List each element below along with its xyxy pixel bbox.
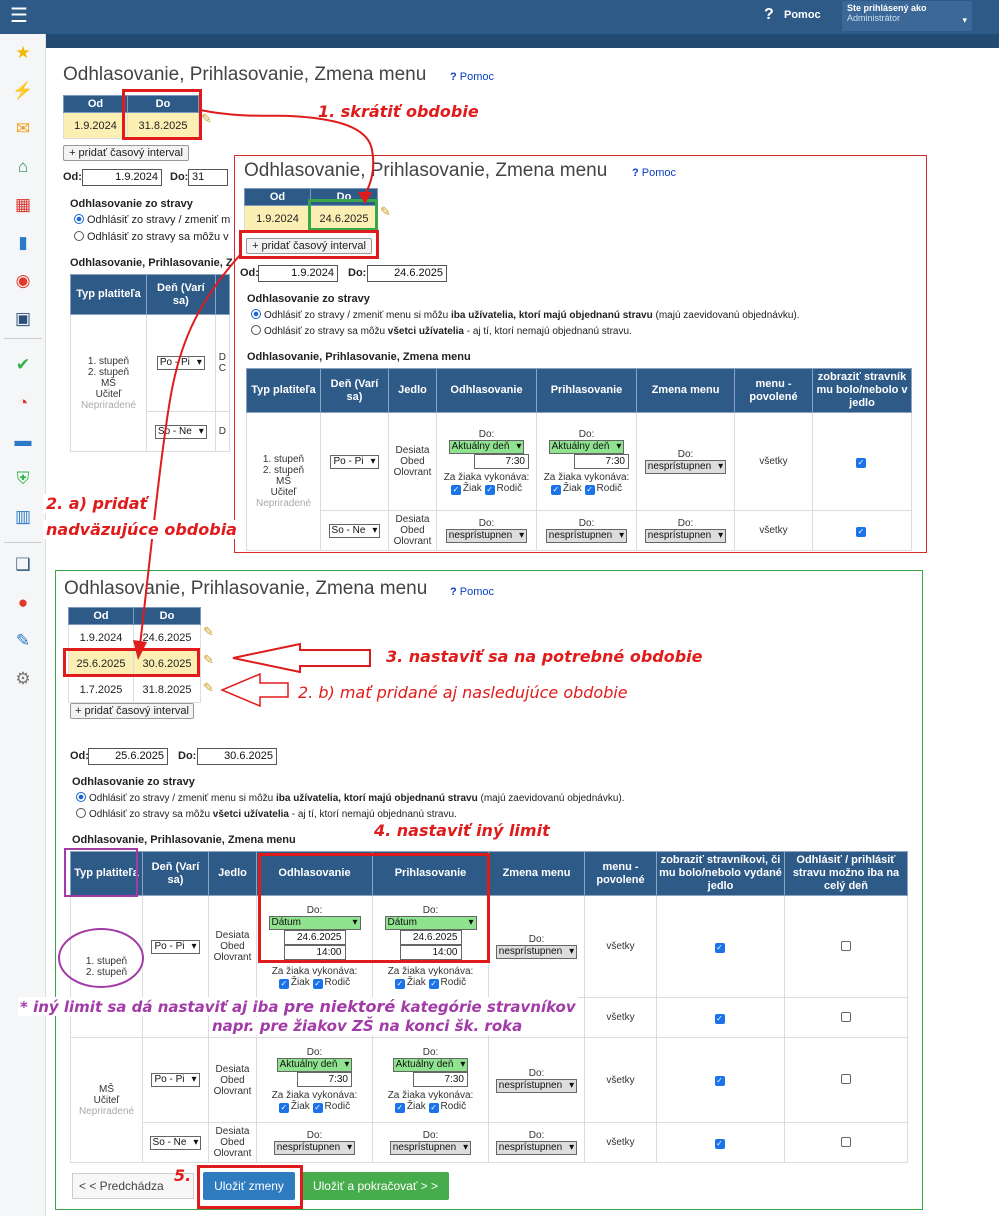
arrow-3 <box>232 642 371 674</box>
note-text: kategórie stravníkov <box>395 998 576 1016</box>
annotation-1: 1. skrátiť obdobie <box>318 102 479 121</box>
annotation-4: 4. nastaviť iný limit <box>374 821 550 840</box>
annotation-5: 5. <box>174 1166 192 1185</box>
annotation-2a-cont: nadväzujúce obdobia <box>43 520 240 539</box>
annotation-2b: 2. b) mať pridané aj nasledujúce obdobie <box>298 683 628 702</box>
note-purple-2: napr. pre žiakov ZŠ na konci šk. roka <box>210 1017 525 1035</box>
arrowhead-1 <box>358 192 372 204</box>
arrow-2b <box>220 672 289 708</box>
note-text: * iný limit sa dá nastaviť aj iba <box>20 998 284 1016</box>
arrowhead-2a <box>133 640 147 660</box>
arrow-2a <box>139 254 241 646</box>
annotation-2a: 2. a) pridať <box>43 494 151 513</box>
annotation-3: 3. nastaviť sa na potrebné obdobie <box>386 647 703 666</box>
note-purple-1: * iný limit sa dá nastaviť aj iba pre ni… <box>18 997 578 1016</box>
note-text-bold: pre niektoré <box>283 997 396 1016</box>
arrow-1 <box>199 109 375 196</box>
